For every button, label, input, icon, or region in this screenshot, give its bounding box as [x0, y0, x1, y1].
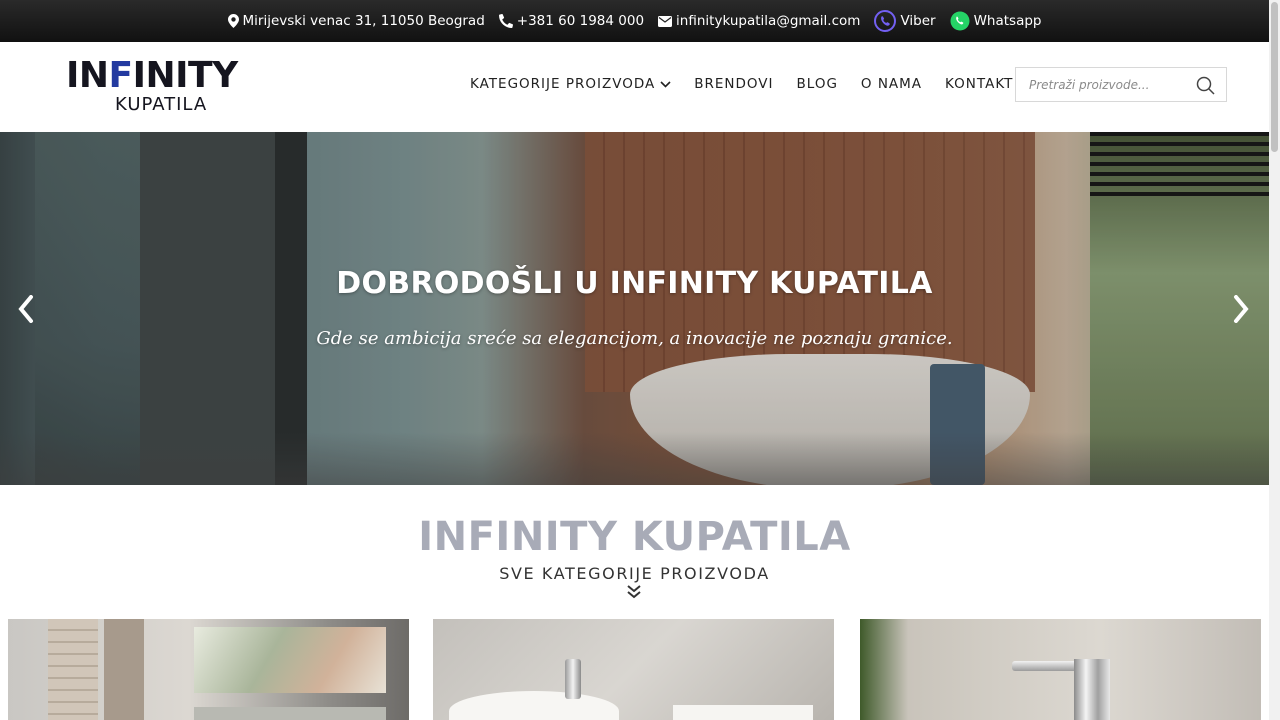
hero-subtitle: Gde se ambicija sreće sa elegancijom, a … — [316, 328, 953, 349]
card-image-faucet — [1012, 659, 1120, 720]
nav-item-brendovi[interactable]: BRENDOVI — [694, 76, 773, 92]
section-subtitle: SVE KATEGORIJE PROIZVODA — [499, 564, 770, 583]
email-text: infinitykupatila@gmail.com — [676, 13, 861, 29]
slider-next-button[interactable] — [1229, 292, 1253, 326]
slider-prev-button[interactable] — [14, 292, 38, 326]
search-icon[interactable] — [1196, 76, 1215, 95]
section-title: INFINITY KUPATILA — [418, 514, 851, 560]
viber-icon — [874, 10, 897, 32]
chevron-down-icon — [660, 80, 671, 88]
scrollbar-thumb[interactable] — [1271, 2, 1278, 152]
whatsapp-icon — [950, 11, 970, 31]
logo-wordmark: INFINITY — [66, 55, 238, 96]
search-input[interactable] — [1016, 68, 1186, 101]
logo-subtitle: KUPATILA — [115, 94, 208, 115]
card-image-tile-block — [104, 619, 144, 720]
category-card-tiles[interactable] — [8, 619, 409, 720]
double-chevron-down-icon — [627, 585, 641, 599]
address-text: Mirijevski venac 31, 11050 Beograd — [242, 13, 485, 29]
envelope-icon — [658, 15, 673, 27]
nav-item-kategorije[interactable]: KATEGORIJE PROIZVODA — [470, 76, 671, 92]
address-item[interactable]: Mirijevski venac 31, 11050 Beograd — [227, 13, 485, 29]
card-image-bidet — [449, 691, 619, 720]
top-contact-bar: Mirijevski venac 31, 11050 Beograd +381 … — [0, 0, 1269, 42]
viber-text: Viber — [900, 13, 936, 29]
whatsapp-text: Whatsapp — [973, 13, 1042, 29]
map-pin-icon — [227, 14, 239, 28]
hero-overlay — [0, 132, 1269, 485]
whatsapp-item[interactable]: Whatsapp — [950, 11, 1042, 31]
phone-icon — [498, 14, 513, 28]
card-image-tap — [565, 659, 581, 699]
chevron-right-icon — [1234, 295, 1249, 323]
nav-item-kontakt[interactable]: KONTAKT — [945, 76, 1013, 92]
card-image-tile-strip — [48, 619, 98, 720]
card-image-leaf-tile — [194, 627, 386, 693]
site-logo[interactable]: INFINITY KUPATILA — [66, 56, 268, 116]
viber-item[interactable]: Viber — [874, 10, 936, 32]
main-nav: KATEGORIJE PROIZVODA BRENDOVI BLOG O NAM… — [470, 76, 1013, 92]
site-header: INFINITY KUPATILA KATEGORIJE PROIZVODA B… — [0, 42, 1269, 132]
category-card-faucets[interactable] — [860, 619, 1261, 720]
phone-text: +381 60 1984 000 — [516, 13, 645, 29]
phone-item[interactable]: +381 60 1984 000 — [498, 13, 645, 29]
nav-item-o-nama[interactable]: O NAMA — [861, 76, 922, 92]
chevron-left-icon — [18, 295, 33, 323]
hero-title: DOBRODOŠLI U INFINITY KUPATILA — [336, 266, 933, 301]
card-image-bowl — [673, 705, 813, 720]
email-item[interactable]: infinitykupatila@gmail.com — [658, 13, 860, 29]
nav-item-blog[interactable]: BLOG — [797, 76, 838, 92]
search-box — [1015, 67, 1227, 102]
page-scrollbar[interactable] — [1269, 0, 1280, 720]
hero-slider: DOBRODOŠLI U INFINITY KUPATILA Gde se am… — [0, 132, 1269, 485]
card-image-pattern-tile — [194, 707, 386, 720]
category-card-sanitary[interactable] — [433, 619, 834, 720]
